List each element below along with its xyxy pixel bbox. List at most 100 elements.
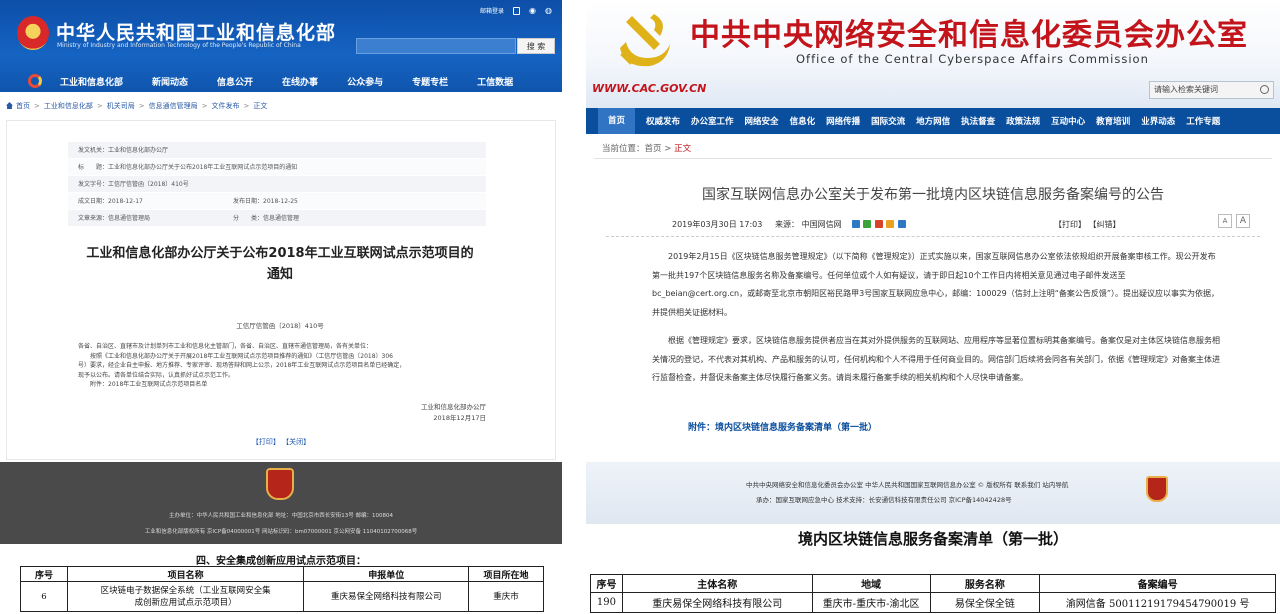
nav-item-data[interactable]: 工信数据 [477, 75, 513, 88]
national-emblem-icon [17, 16, 49, 50]
breadcrumb-bureaus[interactable]: 机关司局 [107, 102, 135, 110]
miit-breadcrumb: 首页 > 工业和信息化部 > 机关司局 > 信息通信管理局 > 文件发布 > 正文 [6, 101, 267, 111]
cell-code: 渝网信备 50011219179454790019 号 [1039, 592, 1276, 613]
share-plus-icon[interactable] [851, 220, 860, 228]
body-line: 现予以公布。请各单位结合实际，认真抓好试点示范工作。 [78, 371, 235, 379]
cac-breadcrumb: 当前位置：首页 > 正文 [602, 144, 692, 154]
nav-item-miit[interactable]: 工业和信息化部 [60, 75, 123, 88]
nav-item-participation[interactable]: 公众参与 [347, 75, 383, 88]
share-renren-icon[interactable] [897, 220, 906, 228]
nav-item-informatization[interactable]: 信息化 [790, 115, 816, 127]
cac-search-input[interactable]: 请输入检索关键词 [1149, 81, 1274, 99]
mail-login-link[interactable]: 邮箱登录 [480, 6, 504, 15]
breadcrumb-home[interactable]: 首页 [16, 102, 30, 110]
mobile-icon[interactable] [513, 6, 521, 15]
miit-document-number: 工信厅信管函〔2018〕410号 [236, 322, 324, 330]
nav-item-online[interactable]: 在线办事 [282, 75, 318, 88]
breadcrumb-home[interactable]: 首页 [645, 144, 662, 154]
meta-published: 发布日期：2018-12-25 [233, 198, 298, 205]
nav-logo-icon[interactable] [28, 74, 42, 88]
body-line: 号）要求，经企业自主申报、地方推荐、专家评审、现场答辩和网上公示，2018年工业… [78, 362, 406, 369]
col-name: 主体名称 [621, 574, 813, 593]
nav-item-home[interactable]: 首页 [598, 108, 636, 134]
table-header-row: 序号 主体名称 地域 服务名称 备案编号 [590, 574, 1276, 593]
article-paragraph: 2019年2月15日《区块链信息服务管理规定》（以下简称《管理规定》）正式实施以… [652, 252, 1220, 317]
miit-footer-line-2: 工业和信息化部版权所有 京ICP备04000001号 网站标识码：bm07000… [144, 529, 418, 535]
nav-item-releases[interactable]: 权威发布 [646, 115, 680, 127]
font-smaller-button[interactable]: A [1218, 214, 1232, 228]
breadcrumb-telecom[interactable]: 信息通信管理局 [149, 102, 198, 110]
col-name: 项目名称 [66, 566, 305, 582]
meta-category: 文章来源：信息通信管理局 [78, 215, 151, 222]
miit-search-button[interactable]: 搜 索 [517, 38, 555, 54]
share-qzone-icon[interactable] [886, 220, 895, 228]
nav-item-industry[interactable]: 业界动态 [1141, 115, 1175, 127]
cac-footer [586, 462, 1280, 524]
body-line: 各省、自治区、直辖市及计划单列市工业和信息化主管部门，各省、自治区、直辖市通信管… [78, 343, 373, 350]
cell-region: 重庆市-重庆市-渝北区 [811, 592, 931, 613]
search-icon[interactable] [1260, 85, 1269, 94]
miit-document-meta: 发文机关：工业和信息化部办公厅 标 题：工业和信息化部办公厅关于公布2018年工… [68, 142, 486, 227]
home-icon[interactable] [6, 102, 13, 109]
share-wechat-icon[interactable] [863, 220, 872, 228]
cell-loc: 重庆市 [468, 581, 544, 612]
breadcrumb-docs[interactable]: 文件发布 [212, 102, 240, 110]
sign-org: 工业和信息化部办公厅 [421, 403, 486, 411]
nav-item-training[interactable]: 教育培训 [1096, 115, 1130, 127]
attachment-link[interactable]: 附件：境内区块链信息服务备案清单（第一批） [688, 420, 877, 433]
nav-item-disclosure[interactable]: 信息公开 [217, 75, 253, 88]
miit-header: 中华人民共和国工业和信息化部 Ministry of Industry and … [0, 0, 562, 92]
article-divider [606, 236, 1260, 237]
col-code: 备案编号 [1039, 574, 1276, 593]
miit-top-links: 邮箱登录 ◉ ◍ [480, 6, 552, 15]
nav-item-security[interactable]: 网络安全 [745, 115, 779, 127]
article-source: 来源： 中国网信网 [775, 220, 842, 229]
print-close-links[interactable]: 【打印】 【关闭】 [0, 437, 562, 447]
meta-doc-no: 发文字号：工信厅信管函〔2018〕410号 [68, 176, 486, 193]
nav-item-news[interactable]: 新闻动态 [152, 75, 188, 88]
rss-icon[interactable]: ◉ [529, 6, 536, 15]
article-paragraph: 根据《管理规定》要求，区块链信息服务提供者应当在其对外提供服务的互联网站、应用程… [652, 336, 1220, 382]
cac-url: WWW.CAC.GOV.CN [592, 82, 707, 95]
nav-item-interaction[interactable]: 互动中心 [1051, 115, 1085, 127]
breadcrumb-miit[interactable]: 工业和信息化部 [44, 102, 93, 110]
nav-item-topics[interactable]: 专题专栏 [412, 75, 448, 88]
cac-page: 中共中央网络安全和信息化委员会办公室 Office of the Central… [586, 0, 1280, 524]
cac-filing-table: 序号 主体名称 地域 服务名称 备案编号 190 重庆易保全网络科技有限公司 重… [590, 574, 1276, 613]
miit-search-input[interactable] [356, 38, 516, 54]
cac-site-subtitle: Office of the Central Cyberspace Affairs… [796, 52, 1149, 66]
cell-name: 重庆易保全网络科技有限公司 [621, 592, 813, 613]
weibo-icon[interactable]: ◍ [545, 6, 552, 15]
body-line: 按照《工业和信息化部办公厅关于开展2018年工业互联网试点示范项目推荐的通知》（… [78, 352, 393, 360]
doc-title-line-2: 通知 [266, 267, 293, 282]
miit-project-table: 序号 项目名称 申报单位 项目所在地 6 区块链电子数据保全系统（工业互联网安全… [20, 566, 544, 612]
nav-item-local[interactable]: 地方网信 [916, 115, 950, 127]
party-gov-badge-icon[interactable] [1146, 476, 1168, 502]
font-larger-button[interactable]: A [1236, 214, 1250, 228]
table-header-row: 序号 项目名称 申报单位 项目所在地 [20, 566, 544, 582]
print-correct-links[interactable]: 【打印】 【纠错】 [1054, 219, 1121, 230]
party-gov-badge-icon[interactable] [266, 468, 294, 500]
nav-item-special[interactable]: 工作专题 [1186, 115, 1220, 127]
miit-document-title: 工业和信息化部办公厅关于公布2018年工业互联网试点示范项目的 通知 [60, 243, 500, 285]
cac-section-title: 境内区块链信息服务备案清单（第一批） [797, 530, 1068, 548]
col-no: 序号 [590, 574, 623, 593]
nav-item-enforcement[interactable]: 执法督查 [961, 115, 995, 127]
miit-page: 中华人民共和国工业和信息化部 Ministry of Industry and … [0, 0, 562, 614]
table-row: 6 区块链电子数据保全系统（工业互联网安全集 成创新应用试点示范项目） 重庆易保全… [20, 581, 544, 612]
miit-document-body: 各省、自治区、直辖市及计划单列市工业和信息化主管部门，各省、自治区、直辖市通信管… [78, 342, 498, 390]
cac-article-title: 国家互联网信息办公室关于发布第一批境内区块链信息服务备案编号的公告 [702, 187, 1164, 203]
miit-section-title: 四、安全集成创新应用试点示范项目： [196, 556, 366, 567]
cac-site-title: 中共中央网络安全和信息化委员会办公室 [690, 18, 1248, 53]
cell-org: 重庆易保全网络科技有限公司 [303, 581, 470, 612]
share-weibo-icon[interactable] [874, 220, 883, 228]
nav-item-communication[interactable]: 网络传播 [826, 115, 860, 127]
cell-name-line-2: 成创新应用试点示范项目） [134, 597, 237, 608]
nav-item-international[interactable]: 国际交流 [871, 115, 905, 127]
meta-class: 分 类：信息通信管理 [233, 215, 300, 222]
miit-nav: 工业和信息化部 新闻动态 信息公开 在线办事 公众参与 专题专栏 工信数据 [28, 74, 542, 88]
nav-item-office[interactable]: 办公室工作 [691, 115, 734, 127]
nav-item-policy[interactable]: 政策法规 [1006, 115, 1040, 127]
attachment-link[interactable]: 附件：2018年工业互联网试点示范项目名单 [78, 380, 498, 390]
meta-created: 成文日期：2018-12-17 [78, 198, 143, 205]
